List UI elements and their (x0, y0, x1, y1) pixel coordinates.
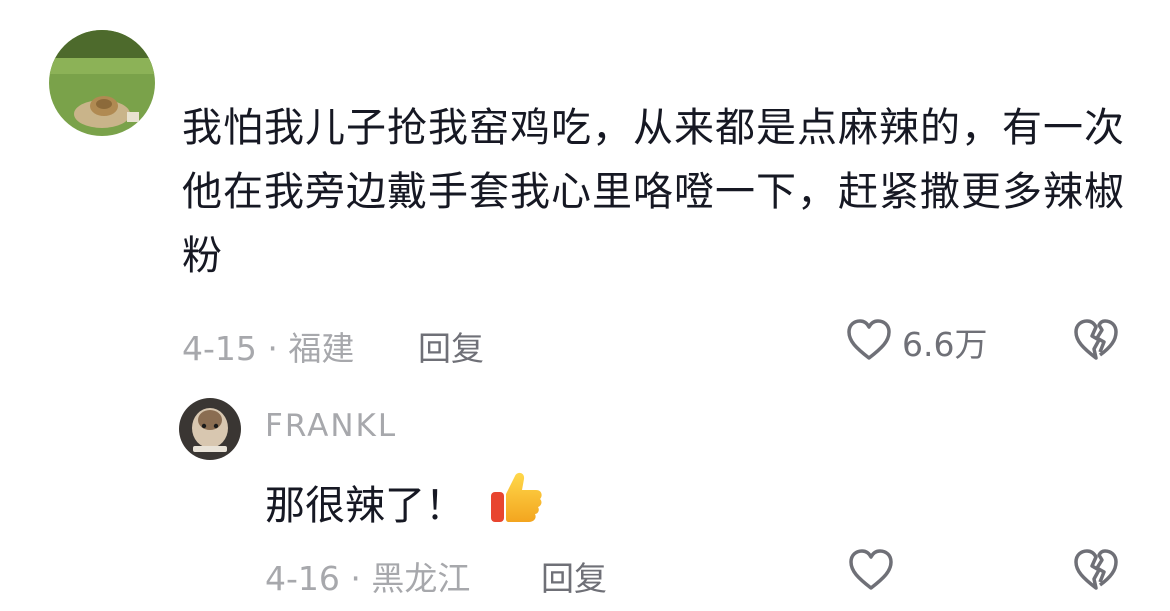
heart-outline-icon (846, 318, 892, 366)
replier-avatar[interactable] (179, 398, 241, 460)
like-button[interactable]: 6.6万 (846, 318, 987, 366)
commenter-avatar[interactable] (49, 30, 155, 136)
dislike-button[interactable] (1073, 318, 1119, 366)
reply-button[interactable]: 回复 (418, 322, 484, 370)
comment-text: 我怕我儿子抢我窑鸡吃，从来都是点麻辣的，有一次他在我旁边戴手套我心里咯噔一下，赶… (182, 105, 1125, 279)
thumbs-up-emoji (487, 468, 545, 536)
reply-dislike-button[interactable] (1073, 548, 1119, 596)
heart-outline-icon (848, 548, 894, 596)
broken-heart-icon (1073, 548, 1119, 596)
reply-reply-button[interactable]: 回复 (541, 552, 607, 600)
like-count: 6.6万 (902, 325, 988, 364)
reply-text: 那很辣了！ (265, 483, 465, 529)
broken-heart-icon (1073, 318, 1119, 366)
reply-like-button[interactable] (848, 548, 894, 596)
comment-date-location: 4-15 · 福建 (182, 329, 355, 368)
replier-username[interactable]: FRANKL (265, 408, 397, 444)
reply-text-row: 那很辣了！ (265, 468, 545, 536)
reply-date-location: 4-16 · 黑龙江 (265, 559, 471, 598)
